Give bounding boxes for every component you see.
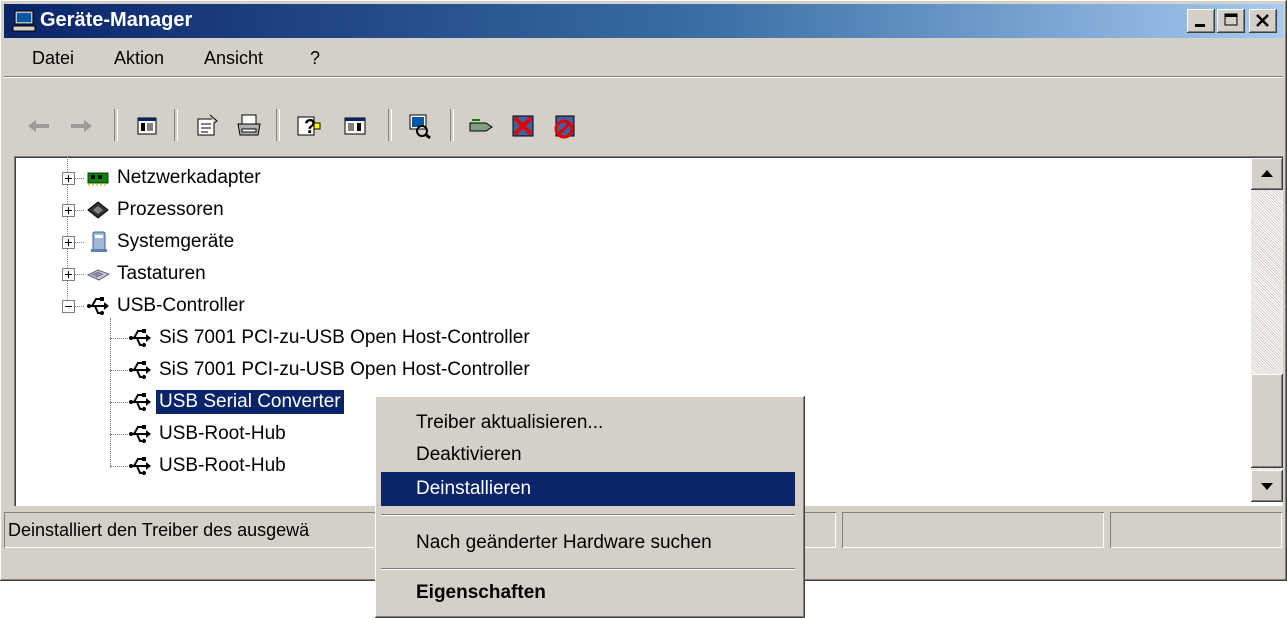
disable-icon[interactable] xyxy=(550,111,580,141)
context-menu: Treiber aktualisieren... Deaktivieren De… xyxy=(375,396,805,618)
menu-item-label: Treiber aktualisieren... xyxy=(416,412,604,433)
tree-label: SiS 7001 PCI-zu-USB Open Host-Controller xyxy=(159,359,530,380)
processor-icon xyxy=(87,201,109,219)
menu-separator xyxy=(381,514,795,516)
tree-category-prozessoren[interactable]: Prozessoren xyxy=(86,195,227,225)
toolbar: ? xyxy=(4,77,1283,152)
menu-bar: Datei Aktion Ansicht ? xyxy=(4,40,1283,77)
toolbar-separator xyxy=(388,109,392,141)
maximize-button[interactable] xyxy=(1217,9,1245,33)
menu-item-update-driver[interactable]: Treiber aktualisieren... xyxy=(381,406,795,440)
menu-item-properties[interactable]: Eigenschaften xyxy=(381,576,795,610)
status-text: Deinstalliert den Treiber des ausgewä xyxy=(8,520,310,540)
usb-icon xyxy=(129,425,151,443)
status-panel xyxy=(842,512,1104,548)
tree-category-tastaturen[interactable]: Tastaturen xyxy=(86,259,209,289)
tree-label: Netzwerkadapter xyxy=(117,167,261,188)
tree-label: Tastaturen xyxy=(117,263,206,284)
help-icon[interactable]: ? xyxy=(294,111,324,141)
minimize-icon xyxy=(1195,24,1205,27)
print-icon[interactable] xyxy=(234,111,264,141)
usb-icon xyxy=(87,297,109,315)
expand-toggle[interactable] xyxy=(62,204,75,217)
scroll-thumb[interactable] xyxy=(1251,374,1283,468)
network-card-icon xyxy=(87,172,109,186)
usb-icon xyxy=(129,457,151,475)
tree-label: USB-Controller xyxy=(117,295,245,316)
menu-item-label: Nach geänderter Hardware suchen xyxy=(416,532,712,553)
status-panel xyxy=(1110,512,1282,548)
menu-help[interactable]: ? xyxy=(310,48,320,69)
forward-arrow-icon[interactable] xyxy=(66,111,96,141)
console-tree-icon[interactable] xyxy=(132,111,162,141)
vertical-scrollbar[interactable] xyxy=(1251,158,1283,502)
close-button[interactable] xyxy=(1249,9,1277,33)
tree-device-usb-root-hub[interactable]: USB-Root-Hub xyxy=(128,419,289,449)
tree-guide-line xyxy=(110,370,128,372)
title-bar[interactable]: Geräte-Manager xyxy=(4,4,1283,38)
scan-hardware-icon[interactable] xyxy=(404,111,434,141)
arrow-down-icon xyxy=(1261,483,1273,490)
collapse-toggle[interactable] xyxy=(62,300,75,313)
tree-label: USB-Root-Hub xyxy=(159,423,286,444)
tree-device-usb-serial-converter[interactable]: USB Serial Converter xyxy=(128,387,344,417)
tree-label: USB Serial Converter xyxy=(156,390,344,414)
properties-icon[interactable] xyxy=(192,111,222,141)
window-title: Geräte-Manager xyxy=(40,9,193,31)
expand-toggle[interactable] xyxy=(62,172,75,185)
tree-device-sis-host-controller[interactable]: SiS 7001 PCI-zu-USB Open Host-Controller xyxy=(128,323,533,353)
computer-icon xyxy=(12,10,36,32)
menu-aktion[interactable]: Aktion xyxy=(114,48,164,69)
menu-ansicht[interactable]: Ansicht xyxy=(204,48,263,69)
system-device-icon xyxy=(91,231,107,252)
tree-guide-line xyxy=(110,318,112,468)
menu-item-label: Deaktivieren xyxy=(416,444,522,465)
tree-guide-line xyxy=(110,338,128,340)
minimize-button[interactable] xyxy=(1187,9,1215,33)
menu-item-scan-hardware[interactable]: Nach geänderter Hardware suchen xyxy=(381,526,795,560)
expand-toggle[interactable] xyxy=(62,236,75,249)
usb-icon xyxy=(129,393,151,411)
toolbar-separator xyxy=(450,109,454,141)
tree-label: Systemgeräte xyxy=(117,231,235,252)
scroll-up-button[interactable] xyxy=(1251,158,1283,190)
toolbar-separator xyxy=(276,109,280,141)
tree-category-netzwerkadapter[interactable]: Netzwerkadapter xyxy=(86,163,264,193)
tree-label: USB-Root-Hub xyxy=(159,455,286,476)
uninstall-icon[interactable] xyxy=(508,111,538,141)
toolbar-separator xyxy=(114,109,118,141)
back-arrow-icon[interactable] xyxy=(24,111,54,141)
keyboard-icon xyxy=(86,269,110,281)
tree-label: SiS 7001 PCI-zu-USB Open Host-Controller xyxy=(159,327,530,348)
tree-guide-line xyxy=(110,466,128,468)
tree-label: Prozessoren xyxy=(117,199,224,220)
expand-toggle[interactable] xyxy=(62,268,75,281)
usb-icon xyxy=(129,361,151,379)
tree-category-usb-controller[interactable]: USB-Controller xyxy=(86,291,248,321)
tree-guide-line xyxy=(110,434,128,436)
menu-item-label: Deinstallieren xyxy=(416,478,532,499)
menu-item-disable[interactable]: Deaktivieren xyxy=(381,438,795,472)
tree-guide-line xyxy=(110,402,128,404)
tree-device-usb-root-hub[interactable]: USB-Root-Hub xyxy=(128,451,289,481)
tree-category-systemgeraete[interactable]: Systemgeräte xyxy=(86,227,237,257)
menu-separator xyxy=(381,568,795,570)
menu-item-label: Eigenschaften xyxy=(416,582,546,603)
usb-icon xyxy=(129,329,151,347)
arrow-up-icon xyxy=(1261,170,1273,177)
update-driver-icon[interactable] xyxy=(466,111,496,141)
menu-datei[interactable]: Datei xyxy=(32,48,74,69)
scroll-down-button[interactable] xyxy=(1251,470,1283,502)
details-pane-icon[interactable] xyxy=(340,111,370,141)
menu-item-uninstall[interactable]: Deinstallieren xyxy=(381,472,795,506)
tree-device-sis-host-controller[interactable]: SiS 7001 PCI-zu-USB Open Host-Controller xyxy=(128,355,533,385)
maximize-icon xyxy=(1224,13,1238,26)
toolbar-separator xyxy=(174,109,178,141)
close-icon xyxy=(1256,14,1269,27)
